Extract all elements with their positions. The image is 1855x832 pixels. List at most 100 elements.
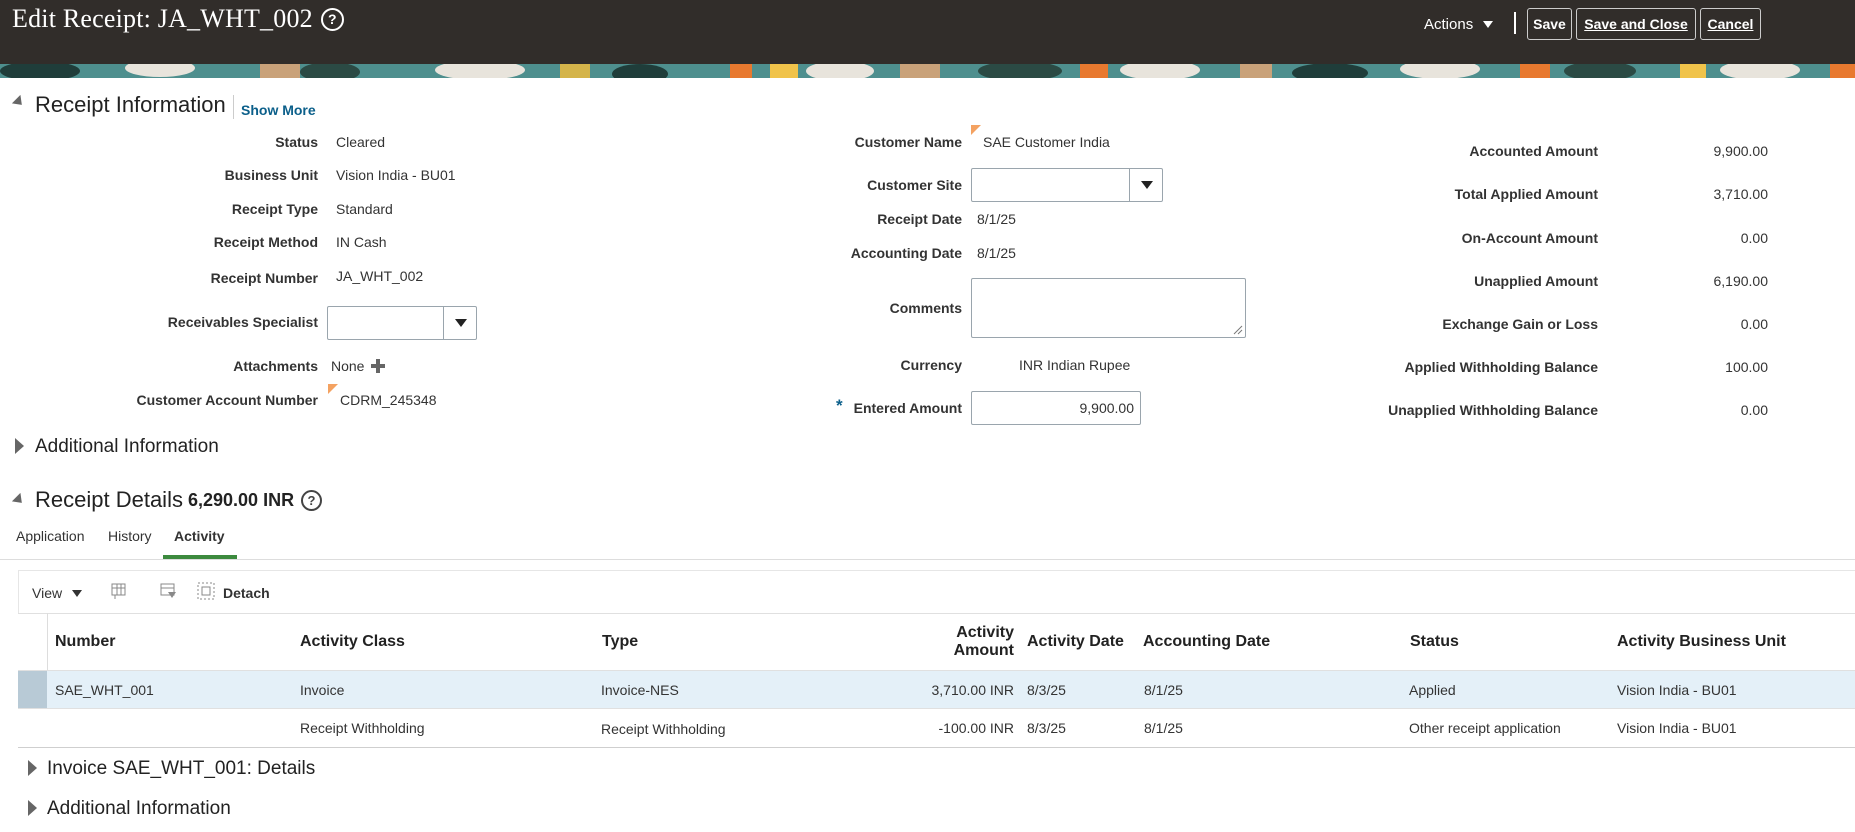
column-header-activity-amount-line1: Activity [956,624,1014,641]
column-header-activity-class[interactable]: Activity Class [300,633,405,651]
unapplied-withholding-balance-value: 0.00 [1740,402,1768,418]
tab-activity[interactable]: Activity [174,528,225,544]
customer-name-value: SAE Customer India [983,134,1110,150]
row-activity-class: Invoice [300,682,345,698]
invoice-details-heading[interactable]: Invoice SAE_WHT_001: Details [47,758,315,780]
tab-history[interactable]: History [108,528,152,544]
column-header-type[interactable]: Type [602,633,638,651]
additional-information-heading[interactable]: Additional Information [35,436,219,458]
dropdown-arrow-icon[interactable] [1129,169,1162,201]
total-applied-amount-value: 3,710.00 [1713,186,1769,202]
applied-withholding-balance-value: 100.00 [1725,359,1768,375]
column-header-number[interactable]: Number [55,633,115,651]
row-status: Other receipt application [1409,720,1561,736]
accounted-amount-label: Accounted Amount [1469,143,1598,159]
toolbar-divider [1514,12,1516,34]
exchange-gain-loss-label: Exchange Gain or Loss [1442,316,1598,332]
customer-site-select[interactable] [971,168,1163,202]
accounting-date-value: 8/1/25 [977,245,1016,261]
change-indicator-icon [971,125,981,135]
row-activity-date: 8/3/25 [1027,720,1066,736]
applied-withholding-balance-label: Applied Withholding Balance [1404,359,1598,375]
show-more-link[interactable]: Show More [241,102,316,118]
receipt-details-amount: 6,290.00 INR [188,490,295,510]
customer-account-number-label: Customer Account Number [136,392,318,408]
actions-label: Actions [1424,16,1474,33]
accounting-date-label: Accounting Date [850,245,962,261]
receipt-method-value: IN Cash [336,234,387,250]
table-toolbar [18,570,1855,614]
view-menu[interactable]: View [32,585,82,601]
on-account-amount-label: On-Account Amount [1461,230,1598,246]
column-header-activity-date[interactable]: Activity Date [1027,633,1124,651]
change-indicator-icon [328,384,338,394]
column-header-activity-amount[interactable]: Activity Amount [954,624,1014,660]
row-selector[interactable] [18,671,47,708]
row-status: Applied [1409,682,1456,698]
row-number: SAE_WHT_001 [55,682,154,698]
help-icon[interactable]: ? [320,8,344,31]
help-icon[interactable]: ? [301,490,322,511]
expand-triangle-icon[interactable] [28,800,37,816]
status-value: Cleared [336,134,386,150]
unapplied-amount-value: 6,190.00 [1713,273,1769,289]
expand-triangle-icon[interactable] [28,760,37,776]
attachments-value[interactable]: None [331,358,364,374]
unapplied-withholding-balance-label: Unapplied Withholding Balance [1388,402,1598,418]
column-header-activity-amount-line2: Amount [953,642,1014,659]
receipt-method-label: Receipt Method [213,234,318,250]
entered-amount-label: Entered Amount [853,400,962,416]
add-attachment-icon[interactable] [370,358,386,374]
column-header-accounting-date[interactable]: Accounting Date [1143,633,1270,651]
customer-account-number-value: CDRM_245348 [340,392,437,408]
heading-divider [233,95,234,119]
save-button[interactable]: Save [1527,8,1572,40]
detach-icon[interactable] [197,582,215,600]
page-title-text: Edit Receipt: JA_WHT_002 [12,4,313,33]
tabs-divider [0,559,1855,560]
comments-label: Comments [889,300,962,316]
receipt-type-label: Receipt Type [231,201,318,217]
receipt-date-label: Receipt Date [877,211,962,227]
receivables-specialist-label: Receivables Specialist [167,314,318,330]
tab-application[interactable]: Application [16,528,85,544]
dropdown-arrow-icon[interactable] [443,307,476,339]
currency-label: Currency [900,357,962,373]
row-header-column [18,613,48,670]
table-row[interactable] [18,709,1855,747]
total-applied-amount-label: Total Applied Amount [1454,186,1598,202]
comments-textarea[interactable] [971,278,1246,338]
expand-triangle-icon[interactable] [15,438,24,454]
cancel-button[interactable]: Cancel [1700,8,1761,40]
row-activity-amount: -100.00 INR [938,720,1014,736]
business-unit-value: Vision India - BU01 [336,167,456,183]
row-accounting-date: 8/1/25 [1144,682,1183,698]
collapse-triangle-icon[interactable] [11,94,27,110]
resize-handle-icon[interactable] [1233,325,1243,335]
actions-menu[interactable]: Actions [1424,16,1494,33]
caret-down-icon [1483,21,1494,28]
receipt-information-heading: Receipt Information [35,92,226,117]
column-header-status[interactable]: Status [1410,633,1459,651]
detach-button[interactable]: Detach [223,585,270,601]
additional-information-heading-2[interactable]: Additional Information [47,798,231,820]
collapse-triangle-icon[interactable] [11,492,27,508]
status-label: Status [275,134,318,150]
page-title: Edit Receipt: JA_WHT_002? [12,4,344,34]
freeze-column-icon[interactable] [159,582,177,600]
receipt-details-heading: Receipt Details [35,487,183,512]
row-type: Invoice-NES [601,682,679,698]
format-columns-icon[interactable] [110,582,128,600]
row-activity-date: 8/3/25 [1027,682,1066,698]
row-type: Receipt Withholding [601,721,726,737]
receipt-number-label: Receipt Number [210,270,318,286]
caret-down-icon [71,590,82,597]
receivables-specialist-select[interactable] [327,306,477,340]
row-business-unit: Vision India - BU01 [1617,682,1737,698]
table-header-top-border [18,613,1855,614]
customer-name-label: Customer Name [854,134,962,150]
table-bottom-border [18,747,1855,748]
save-and-close-button[interactable]: Save and Close [1576,8,1696,40]
column-header-activity-business-unit[interactable]: Activity Business Unit [1617,633,1786,651]
entered-amount-input[interactable]: 9,900.00 [971,391,1141,425]
